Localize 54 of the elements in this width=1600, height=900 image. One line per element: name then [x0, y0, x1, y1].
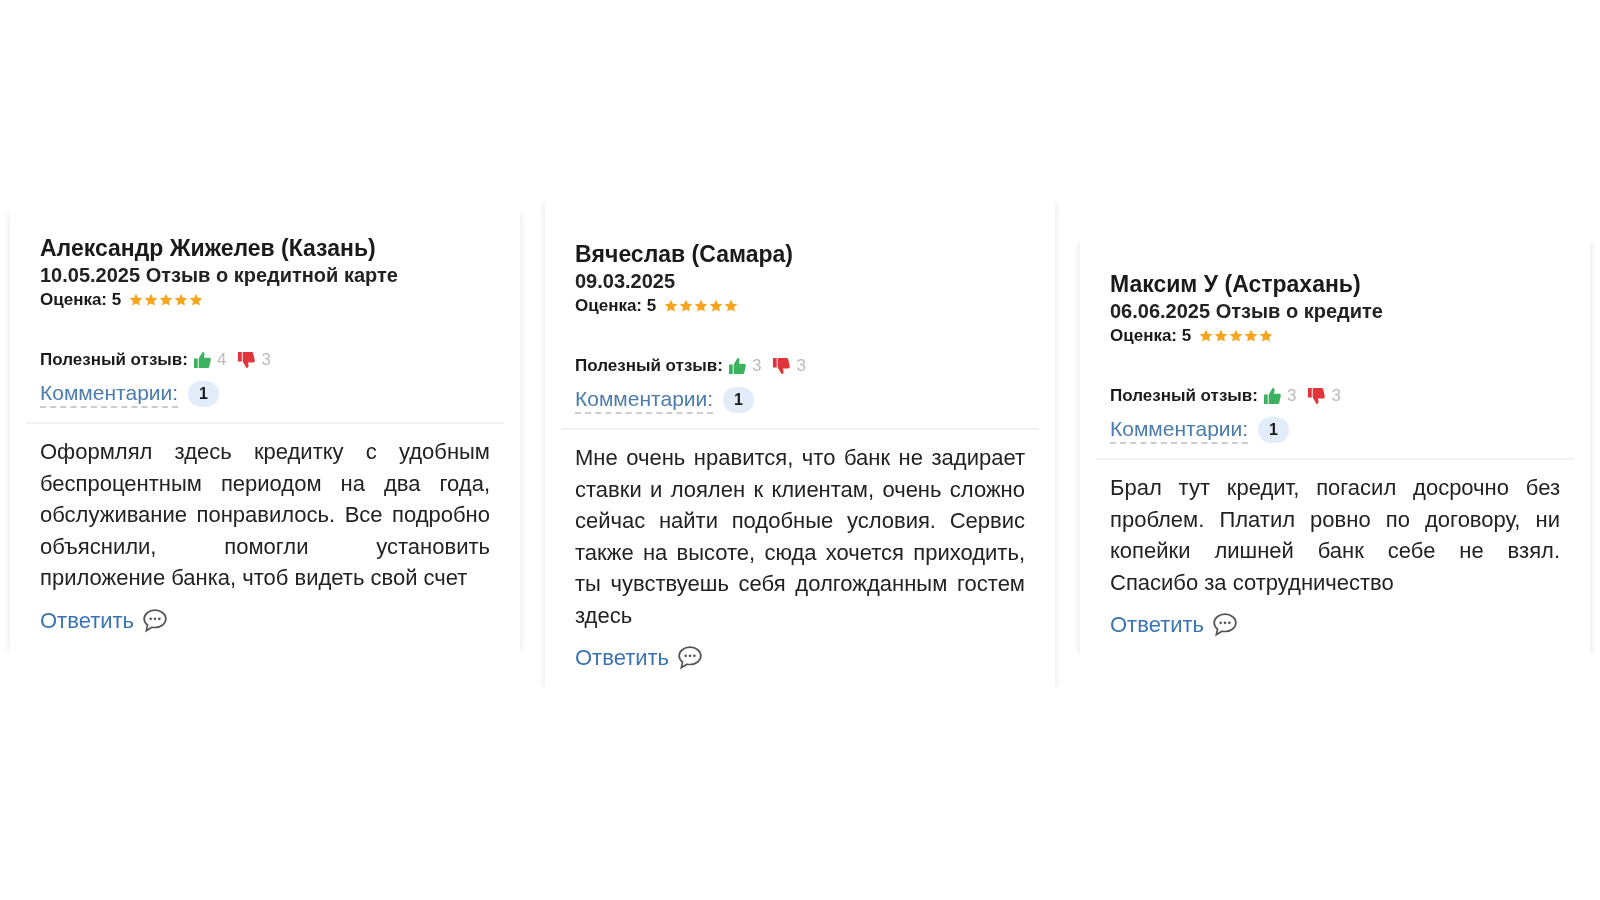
dislike-count: 3 — [1331, 386, 1341, 406]
star-icon — [144, 293, 159, 307]
comments-link[interactable]: Комментарии: — [40, 380, 179, 408]
thumbs-down-icon[interactable] — [772, 356, 792, 376]
star-icon — [1214, 329, 1229, 343]
like-count: 3 — [1287, 386, 1297, 406]
rating-label: Оценка: 5 — [40, 290, 122, 310]
review-date: 10.05.2025 Отзыв о кредитной карте — [40, 263, 399, 288]
star-icon — [679, 299, 694, 313]
thumbs-up-icon[interactable] — [728, 356, 747, 376]
rating-label: Оценка: 5 — [575, 296, 657, 316]
like-count: 4 — [217, 350, 227, 370]
review-text: Мне очень нравится, что банк не задирает ставки и лоялен к клиентам, очень сложно сейчас найти подобные условия. Сервис также на высоте, сюда хочется приходить, ты чувствуешь себя долгожданным гостем здесь — [575, 444, 1025, 630]
star-icon — [1199, 329, 1214, 343]
dislike-count: 3 — [261, 350, 271, 370]
star-icon — [1244, 329, 1259, 343]
star-icon — [709, 299, 724, 313]
star-icon — [1259, 329, 1274, 343]
review-text: Брал тут кредит, погасил досрочно без проблем. Платил ровно по договору, ни копейки лишней банк себе не взял. Спасибо за сотрудничество — [1110, 474, 1560, 597]
reply-link[interactable]: Ответить — [575, 645, 670, 671]
reply-link[interactable]: Ответить — [1110, 612, 1205, 638]
author-name: Александр Жижелев (Казань) — [40, 234, 377, 262]
like-count: 3 — [752, 356, 762, 376]
dislike-count: 3 — [796, 356, 806, 376]
comments-link[interactable]: Комментарии: — [575, 386, 714, 414]
star-icon — [1229, 329, 1244, 343]
star-icon — [694, 299, 709, 313]
thumbs-up-icon[interactable] — [1263, 386, 1282, 406]
comment-count-badge: 1 — [723, 387, 754, 413]
comments-link[interactable]: Комментарии: — [1110, 416, 1249, 444]
review-date: 06.06.2025 Отзыв о кредите — [1110, 299, 1384, 324]
speech-bubble-icon[interactable] — [677, 645, 704, 671]
reply-link[interactable]: Ответить — [40, 607, 135, 634]
thumbs-down-icon[interactable] — [1307, 386, 1327, 406]
review-text: Оформлял здесь кредитку с удобным беспроцентным периодом на два года, обслуживание понравилось. Все подробно объяснили, помогли установить приложение банка, чтоб видеть свой счет — [40, 438, 490, 592]
helpful-label: Полезный отзыв: — [40, 350, 188, 370]
review-date: 09.03.2025 — [575, 269, 677, 294]
thumbs-up-icon[interactable] — [193, 350, 212, 370]
star-icon — [664, 299, 679, 313]
rating-label: Оценка: 5 — [1110, 326, 1192, 346]
helpful-label: Полезный отзыв: — [1110, 386, 1258, 406]
speech-bubble-icon[interactable] — [1212, 612, 1239, 638]
author-name: Вячеслав (Самара) — [575, 240, 794, 268]
speech-bubble-icon[interactable] — [142, 607, 169, 634]
comment-count-badge: 1 — [1258, 417, 1289, 443]
author-name: Максим У (Астрахань) — [1110, 270, 1362, 298]
star-icon — [724, 299, 739, 313]
star-icon — [129, 293, 144, 307]
star-icon — [174, 293, 189, 307]
comment-count-badge: 1 — [188, 381, 219, 407]
star-icon — [159, 293, 174, 307]
helpful-label: Полезный отзыв: — [575, 356, 723, 376]
thumbs-down-icon[interactable] — [237, 350, 257, 370]
star-icon — [189, 293, 204, 307]
